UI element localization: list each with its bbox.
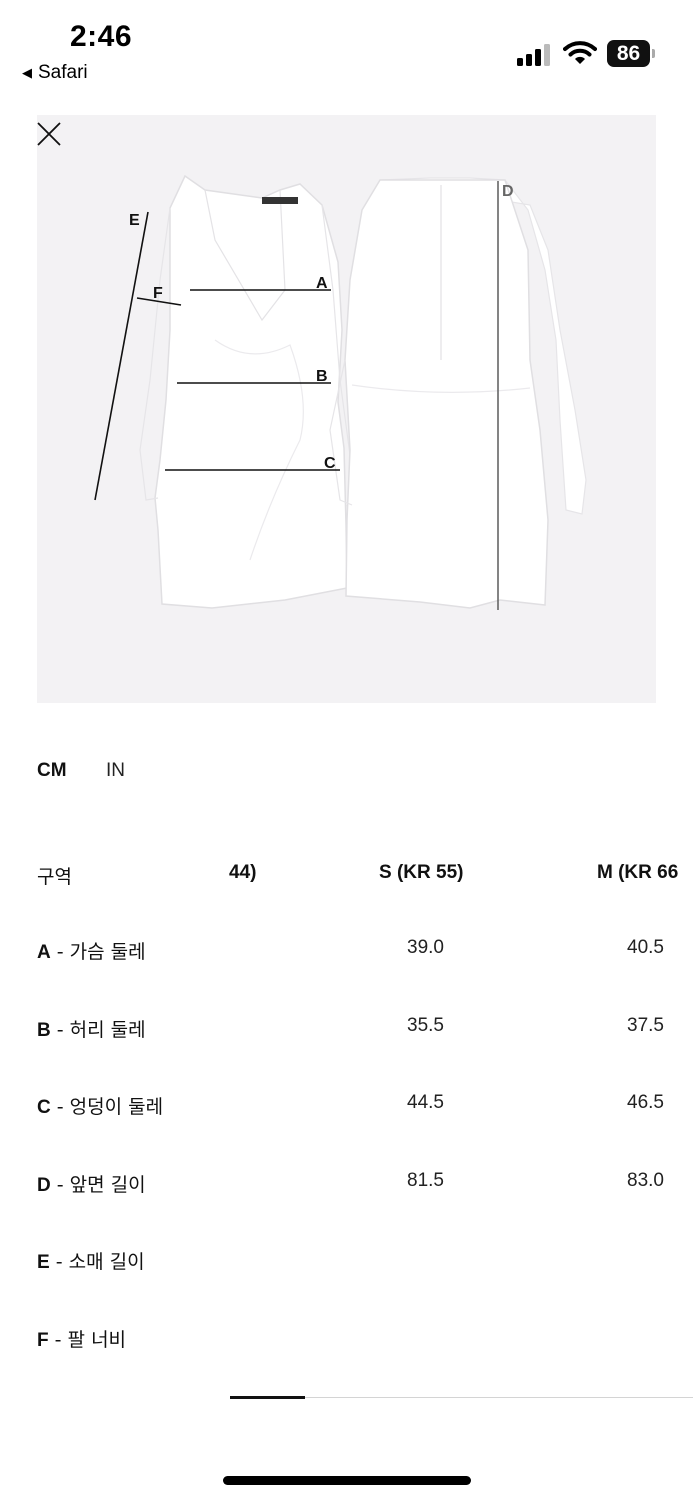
diagram-label-d: D	[502, 183, 514, 200]
dress-back-illustration	[329, 177, 587, 609]
table-row: E - 소매 길이	[0, 1239, 693, 1279]
table-row: B - 허리 둘레 35.5 37.5	[0, 1007, 693, 1047]
value-s: 35.5	[407, 1015, 444, 1036]
table-header-row: 구역 44) S (KR 55) M (KR 66	[0, 854, 693, 894]
column-header-s: S (KR 55)	[379, 862, 464, 883]
value-s: 39.0	[407, 937, 444, 958]
value-s: 81.5	[407, 1170, 444, 1191]
back-triangle-icon: ◀	[22, 65, 32, 80]
status-time: 2:46	[70, 20, 133, 53]
area-label: F - 팔 너비	[37, 1329, 127, 1351]
value-m: 83.0	[627, 1170, 664, 1191]
wifi-icon	[563, 41, 597, 64]
area-label: E - 소매 길이	[37, 1251, 145, 1273]
area-label: A - 가슴 둘레	[37, 941, 146, 963]
close-icon[interactable]	[37, 122, 61, 146]
unit-tab-in[interactable]: IN	[106, 760, 125, 782]
dress-measurement-diagram: A B C D E F	[94, 174, 587, 610]
home-indicator[interactable]	[223, 1476, 471, 1485]
value-m: 37.5	[627, 1015, 664, 1036]
unit-tab-cm[interactable]: CM	[37, 760, 67, 782]
back-label: Safari	[38, 62, 88, 83]
area-header: 구역	[37, 866, 72, 888]
battery-icon: 86	[607, 40, 655, 67]
diagram-label-f: F	[153, 285, 163, 302]
column-header-partial: 44)	[229, 862, 257, 883]
diagram-label-a: A	[316, 275, 328, 292]
dress-front-illustration	[139, 174, 363, 609]
back-to-safari-link[interactable]: ◀ Safari	[22, 62, 88, 84]
column-header-m: M (KR 66	[597, 862, 679, 883]
measurement-image: A B C D E F	[37, 115, 656, 703]
value-m: 40.5	[627, 937, 664, 958]
diagram-label-b: B	[316, 368, 328, 385]
area-label: C - 엉덩이 둘레	[37, 1096, 164, 1118]
table-row: C - 엉덩이 둘레 44.5 46.5	[0, 1084, 693, 1124]
diagram-label-e: E	[129, 212, 140, 229]
table-row: D - 앞면 길이 81.5 83.0	[0, 1162, 693, 1202]
value-m: 46.5	[627, 1092, 664, 1113]
table-row: A - 가슴 둘레 39.0 40.5	[0, 929, 693, 969]
value-s: 44.5	[407, 1092, 444, 1113]
diagram-label-c: C	[324, 455, 336, 472]
table-scroll-thumb[interactable]	[230, 1396, 305, 1399]
battery-level: 86	[616, 41, 641, 65]
area-label: B - 허리 둘레	[37, 1019, 146, 1041]
table-row: F - 팔 너비	[0, 1317, 693, 1357]
cellular-signal-icon	[517, 42, 551, 66]
area-label: D - 앞면 길이	[37, 1174, 146, 1196]
